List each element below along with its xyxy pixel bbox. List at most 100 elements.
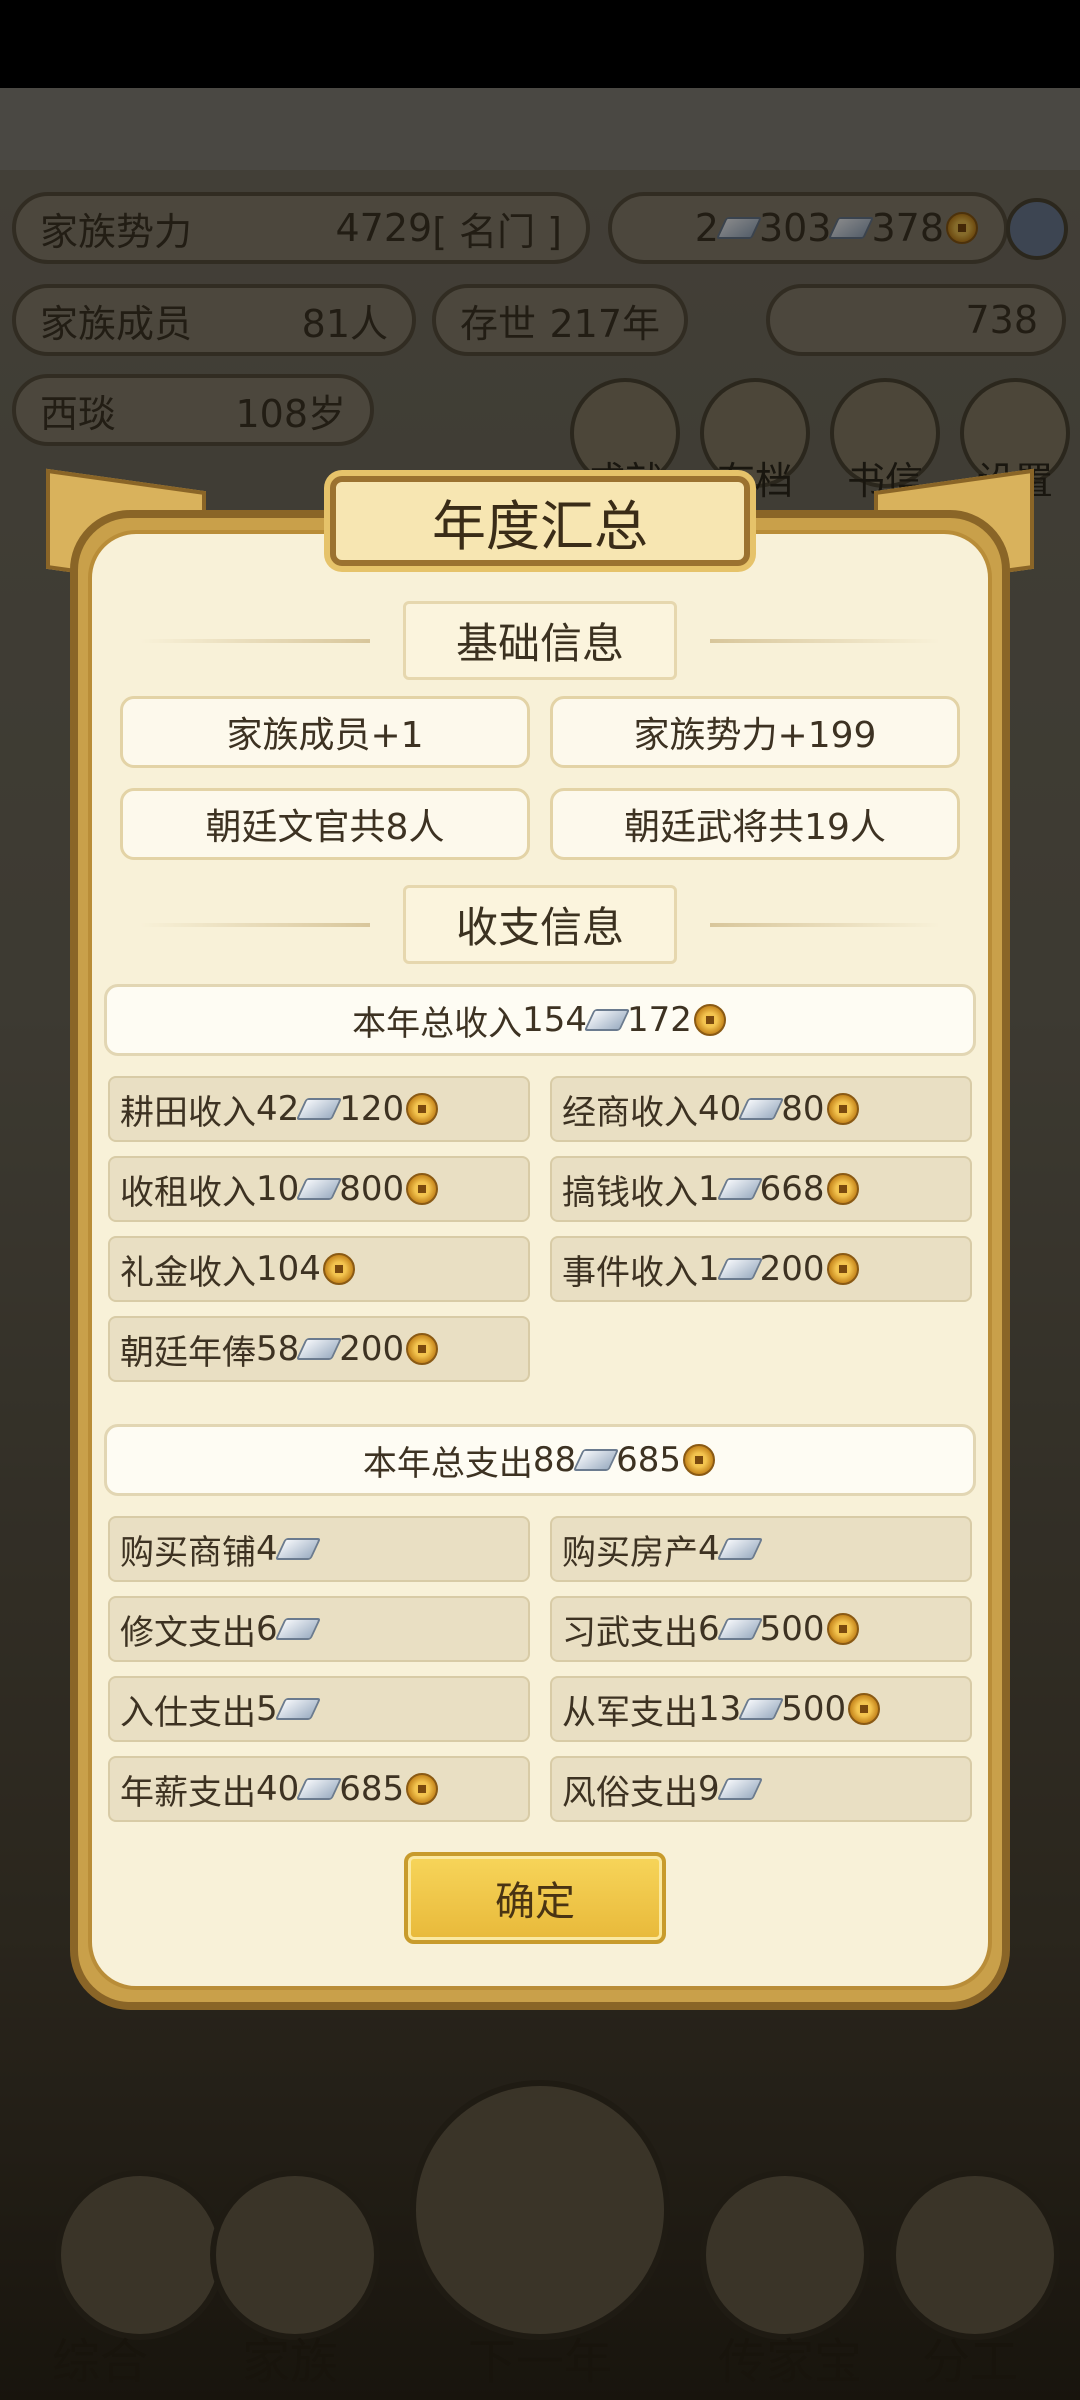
- item-label: 习武支出: [562, 1612, 698, 1653]
- coin-icon: [826, 1613, 859, 1645]
- item-silver: 1: [698, 1249, 720, 1289]
- item-silver: 5: [256, 1689, 278, 1729]
- finance-info-title: 收支信息: [402, 884, 677, 964]
- income-total-silver: 154: [522, 1000, 587, 1040]
- item-label: 收租收入: [120, 1172, 256, 1213]
- item-coin: 104: [256, 1249, 321, 1289]
- silver-icon: [274, 1698, 321, 1720]
- expense-item: 修文支出 6: [108, 1596, 530, 1662]
- item-label: 事件收入: [562, 1252, 698, 1293]
- coin-icon: [826, 1173, 859, 1205]
- item-silver: 58: [256, 1329, 300, 1369]
- item-silver: 9: [698, 1769, 720, 1809]
- coin-icon: [826, 1253, 859, 1285]
- card-military-generals: 朝廷武将共19人: [550, 788, 960, 860]
- silver-icon: [573, 1449, 620, 1471]
- silver-icon: [274, 1538, 321, 1560]
- expense-item: 购买房产 4: [550, 1516, 972, 1582]
- item-silver: 1: [698, 1169, 720, 1209]
- income-item: 朝廷年俸 58 200: [108, 1316, 530, 1382]
- silver-icon: [296, 1778, 343, 1800]
- item-coin: 200: [759, 1249, 825, 1289]
- coin-icon: [848, 1693, 881, 1725]
- item-label: 朝廷年俸: [120, 1332, 256, 1373]
- expense-item: 年薪支出 40 685: [108, 1756, 530, 1822]
- income-item: 收租收入 10 800: [108, 1156, 530, 1222]
- silver-icon: [296, 1338, 343, 1360]
- item-label: 礼金收入: [120, 1252, 256, 1293]
- item-silver: 40: [698, 1089, 742, 1129]
- card-family-power: 家族势力+199: [550, 696, 960, 768]
- income-item: 礼金收入 104: [108, 1236, 530, 1302]
- income-item: 耕田收入 42 120: [108, 1076, 530, 1142]
- item-label: 购买商铺: [120, 1532, 256, 1573]
- divider-right: [710, 923, 940, 927]
- coin-icon: [406, 1093, 439, 1125]
- coin-icon: [406, 1333, 439, 1365]
- card-civil-officials: 朝廷文官共8人: [120, 788, 530, 860]
- silver-icon: [716, 1778, 763, 1800]
- income-item: 事件收入 1 200: [550, 1236, 972, 1302]
- item-coin: 200: [339, 1329, 405, 1369]
- coin-icon: [693, 1004, 726, 1036]
- silver-icon: [716, 1258, 763, 1280]
- expense-item: 入仕支出 5: [108, 1676, 530, 1742]
- item-silver: 40: [256, 1769, 300, 1809]
- item-label: 从军支出: [562, 1692, 698, 1733]
- silver-icon: [716, 1618, 763, 1640]
- item-coin: 500: [781, 1689, 847, 1729]
- item-silver: 4: [256, 1529, 278, 1569]
- divider-right: [710, 639, 940, 643]
- expense-item: 从军支出 13 500: [550, 1676, 972, 1742]
- item-silver: 4: [698, 1529, 720, 1569]
- expense-item: 习武支出 6 500: [550, 1596, 972, 1662]
- expense-total: 本年总支出 88 685: [104, 1424, 976, 1496]
- item-silver: 6: [256, 1609, 278, 1649]
- expense-item: 风俗支出 9: [550, 1756, 972, 1822]
- coin-icon: [322, 1253, 355, 1285]
- income-total: 本年总收入 154 172: [104, 984, 976, 1056]
- income-item: 搞钱收入 1 668: [550, 1156, 972, 1222]
- item-silver: 6: [698, 1609, 720, 1649]
- item-coin: 80: [781, 1089, 825, 1129]
- basic-info-title: 基础信息: [402, 600, 677, 680]
- silver-icon: [583, 1009, 631, 1031]
- divider-left: [140, 923, 370, 927]
- coin-icon: [406, 1173, 439, 1205]
- confirm-button[interactable]: 确定: [404, 1852, 666, 1944]
- expense-total-silver: 88: [532, 1440, 577, 1480]
- silver-icon: [274, 1618, 321, 1640]
- silver-icon: [296, 1098, 343, 1120]
- coin-icon: [683, 1444, 716, 1476]
- basic-info-header: 基础信息: [140, 600, 940, 680]
- silver-icon: [738, 1098, 785, 1120]
- silver-icon: [738, 1698, 785, 1720]
- expense-total-label: 本年总支出: [362, 1443, 533, 1484]
- item-coin: 800: [339, 1169, 405, 1209]
- coin-icon: [826, 1093, 859, 1125]
- item-coin: 120: [339, 1089, 405, 1129]
- dialog-title: 年度汇总: [330, 476, 750, 566]
- item-label: 购买房产: [562, 1532, 698, 1573]
- coin-icon: [406, 1773, 439, 1805]
- item-coin: 685: [339, 1769, 405, 1809]
- item-label: 耕田收入: [120, 1092, 256, 1133]
- item-silver: 10: [256, 1169, 300, 1209]
- item-coin: 500: [759, 1609, 825, 1649]
- status-bar: [0, 0, 1080, 88]
- silver-icon: [716, 1178, 763, 1200]
- divider-left: [140, 639, 370, 643]
- item-silver: 42: [256, 1089, 300, 1129]
- income-total-coin: 172: [627, 1000, 692, 1040]
- item-label: 风俗支出: [562, 1772, 698, 1813]
- finance-info-header: 收支信息: [140, 884, 940, 964]
- item-label: 年薪支出: [120, 1772, 256, 1813]
- expense-item: 购买商铺 4: [108, 1516, 530, 1582]
- expense-total-coin: 685: [616, 1440, 682, 1480]
- item-label: 修文支出: [120, 1612, 256, 1653]
- item-coin: 668: [759, 1169, 825, 1209]
- income-total-label: 本年总收入: [352, 1003, 523, 1044]
- silver-icon: [296, 1178, 343, 1200]
- item-silver: 13: [698, 1689, 742, 1729]
- income-item: 经商收入 40 80: [550, 1076, 972, 1142]
